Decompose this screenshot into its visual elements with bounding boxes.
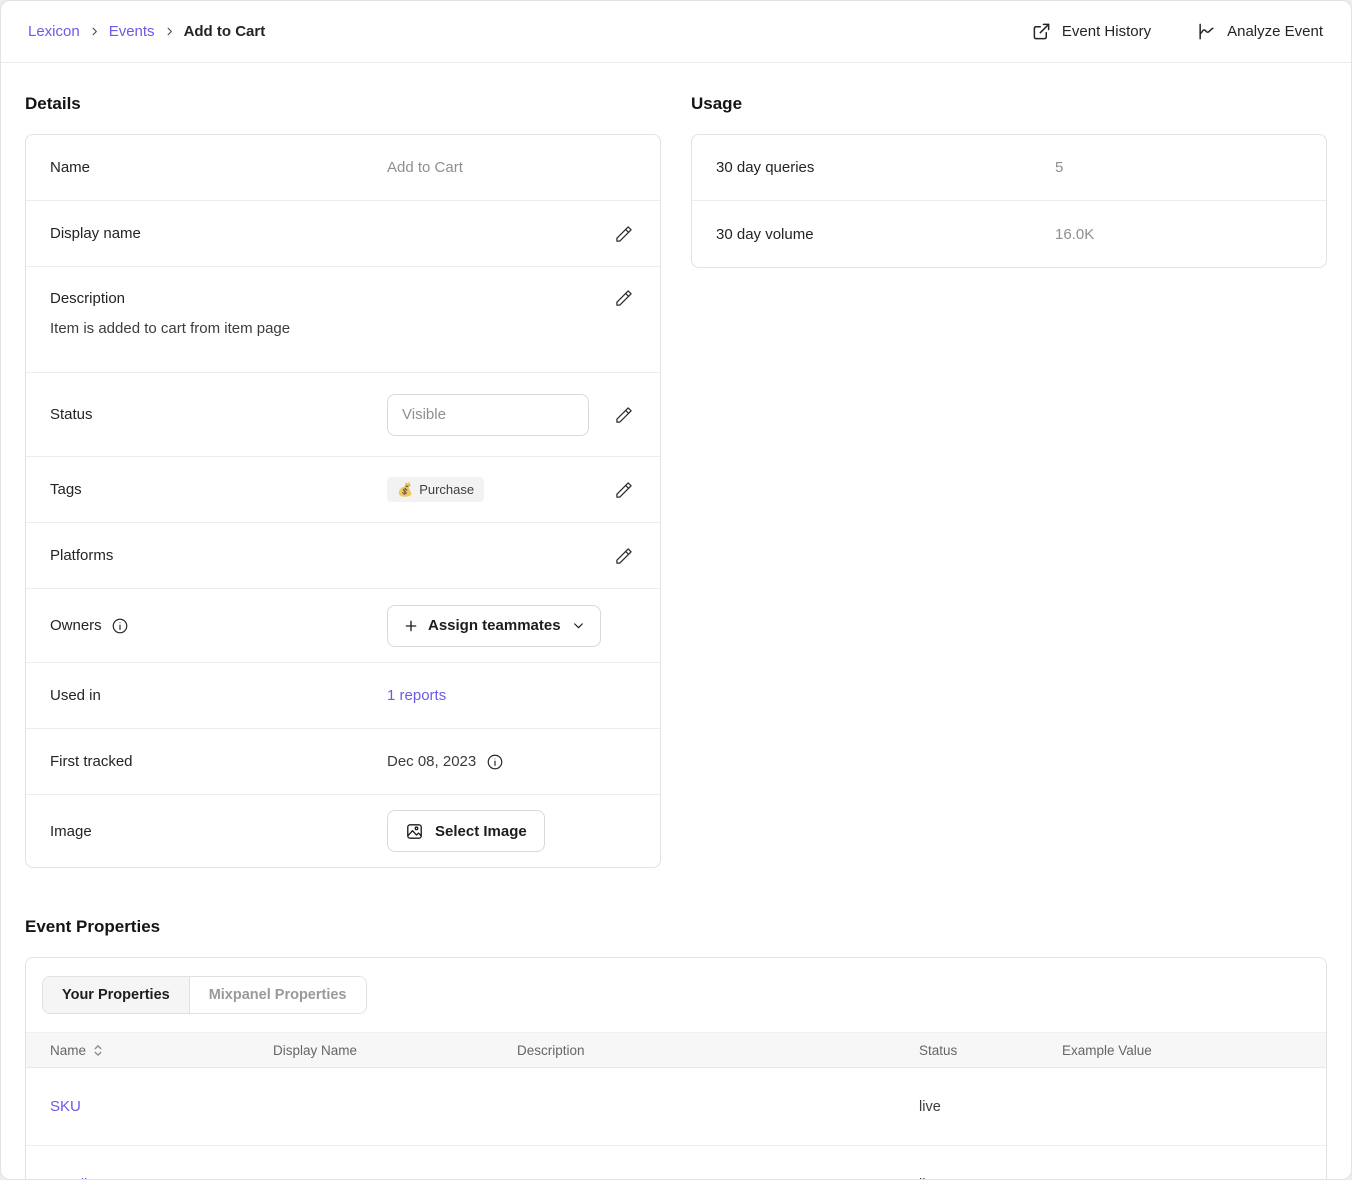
- info-icon[interactable]: [486, 753, 504, 771]
- detail-row-image: Image Select Image: [26, 795, 660, 867]
- owners-label: Owners: [50, 617, 102, 634]
- detail-row-tags: Tags 💰 Purchase: [26, 457, 660, 523]
- event-history-label: Event History: [1062, 23, 1151, 40]
- queries-value: 5: [1055, 159, 1063, 176]
- status-label: Status: [50, 406, 387, 423]
- details-title: Details: [25, 93, 661, 114]
- analyze-event-label: Analyze Event: [1227, 23, 1323, 40]
- pencil-icon: [614, 480, 634, 500]
- details-section: Details Name Add to Cart Display name: [25, 93, 661, 868]
- description-value: Item is added to cart from item page: [50, 320, 636, 337]
- usage-section: Usage 30 day queries 5 30 day volume 16.…: [691, 93, 1327, 268]
- tags-label: Tags: [50, 481, 387, 498]
- name-value: Add to Cart: [387, 159, 463, 176]
- display-name-label: Display name: [50, 225, 387, 242]
- column-header-example-value: Example Value: [1062, 1043, 1326, 1058]
- detail-row-owners: Owners Assign teammates: [26, 589, 660, 663]
- detail-row-platforms: Platforms: [26, 523, 660, 589]
- description-label: Description: [50, 290, 125, 307]
- pencil-icon: [614, 546, 634, 566]
- used-in-reports-link[interactable]: 1 reports: [387, 687, 446, 704]
- table-row[interactable]: Scroll % live: [26, 1146, 1326, 1180]
- info-icon[interactable]: [111, 617, 129, 635]
- edit-platforms-button[interactable]: [612, 544, 636, 568]
- platforms-label: Platforms: [50, 547, 387, 564]
- select-image-button[interactable]: Select Image: [387, 810, 545, 852]
- pencil-icon: [614, 288, 634, 308]
- assign-teammates-label: Assign teammates: [428, 617, 561, 634]
- tab-mixpanel-properties[interactable]: Mixpanel Properties: [190, 977, 366, 1013]
- details-card: Name Add to Cart Display name Descriptio…: [25, 134, 661, 868]
- column-header-display-name: Display Name: [273, 1043, 517, 1058]
- used-in-label: Used in: [50, 687, 387, 704]
- tag-chip-purchase[interactable]: 💰 Purchase: [387, 477, 484, 502]
- chevron-right-icon: [164, 26, 175, 37]
- breadcrumb: Lexicon Events Add to Cart: [28, 23, 265, 40]
- pencil-icon: [614, 405, 634, 425]
- volume-value: 16.0K: [1055, 226, 1094, 243]
- column-header-description: Description: [517, 1043, 919, 1058]
- column-header-status: Status: [919, 1043, 1062, 1058]
- first-tracked-label: First tracked: [50, 753, 387, 770]
- tag-chip-label: Purchase: [419, 482, 474, 497]
- event-properties-title: Event Properties: [25, 916, 1327, 937]
- property-status: live: [919, 1099, 941, 1115]
- detail-row-description: Description Item is added to cart from i…: [26, 267, 660, 373]
- tab-your-properties[interactable]: Your Properties: [43, 977, 190, 1013]
- properties-table-header: Name Display Name Description Status Exa…: [26, 1032, 1326, 1068]
- table-row[interactable]: SKU live: [26, 1068, 1326, 1146]
- image-icon: [405, 822, 424, 841]
- status-value: Visible: [402, 406, 446, 423]
- edit-description-button[interactable]: [612, 286, 636, 310]
- edit-tags-button[interactable]: [612, 478, 636, 502]
- sort-icon: [93, 1044, 103, 1057]
- detail-row-status: Status Visible: [26, 373, 660, 457]
- column-header-name[interactable]: Name: [26, 1043, 273, 1058]
- edit-display-name-button[interactable]: [612, 222, 636, 246]
- content-columns: Details Name Add to Cart Display name: [1, 93, 1351, 868]
- breadcrumb-current-event: Add to Cart: [184, 23, 266, 40]
- edit-status-button[interactable]: [612, 403, 636, 427]
- name-label: Name: [50, 159, 387, 176]
- detail-row-name: Name Add to Cart: [26, 135, 660, 201]
- assign-teammates-button[interactable]: Assign teammates: [387, 605, 601, 647]
- plus-icon: [403, 618, 419, 634]
- usage-title: Usage: [691, 93, 1327, 114]
- usage-card: 30 day queries 5 30 day volume 16.0K: [691, 134, 1327, 268]
- chevron-right-icon: [89, 26, 100, 37]
- event-properties-card: Your Properties Mixpanel Properties Name…: [25, 957, 1327, 1180]
- queries-label: 30 day queries: [716, 159, 1055, 176]
- chevron-down-icon: [570, 619, 585, 632]
- detail-row-display-name: Display name: [26, 201, 660, 267]
- properties-table: Name Display Name Description Status Exa…: [26, 1032, 1326, 1180]
- volume-label: 30 day volume: [716, 226, 1055, 243]
- column-header-name-label: Name: [50, 1043, 86, 1058]
- image-label: Image: [50, 823, 387, 840]
- breadcrumb-events[interactable]: Events: [109, 23, 155, 40]
- line-chart-icon: [1197, 22, 1216, 41]
- pencil-icon: [614, 224, 634, 244]
- select-image-label: Select Image: [435, 823, 527, 840]
- status-value-box[interactable]: Visible: [387, 394, 589, 436]
- event-history-button[interactable]: Event History: [1032, 22, 1151, 41]
- usage-row-volume: 30 day volume 16.0K: [692, 201, 1326, 267]
- header-actions: Event History Analyze Event: [1032, 22, 1323, 41]
- event-properties-section: Event Properties Your Properties Mixpane…: [1, 916, 1351, 1180]
- usage-row-queries: 30 day queries 5: [692, 135, 1326, 201]
- top-bar: Lexicon Events Add to Cart Event History: [1, 1, 1351, 63]
- property-link-sku[interactable]: SKU: [50, 1098, 81, 1115]
- property-link-scroll[interactable]: Scroll %: [50, 1176, 105, 1180]
- lexicon-event-detail-page: Lexicon Events Add to Cart Event History: [0, 0, 1352, 1180]
- first-tracked-value: Dec 08, 2023: [387, 753, 476, 770]
- external-link-icon: [1032, 22, 1051, 41]
- properties-tabs: Your Properties Mixpanel Properties: [42, 976, 367, 1014]
- breadcrumb-lexicon[interactable]: Lexicon: [28, 23, 80, 40]
- analyze-event-button[interactable]: Analyze Event: [1197, 22, 1323, 41]
- detail-row-first-tracked: First tracked Dec 08, 2023: [26, 729, 660, 795]
- money-bag-icon: 💰: [397, 483, 413, 496]
- detail-row-used-in: Used in 1 reports: [26, 663, 660, 729]
